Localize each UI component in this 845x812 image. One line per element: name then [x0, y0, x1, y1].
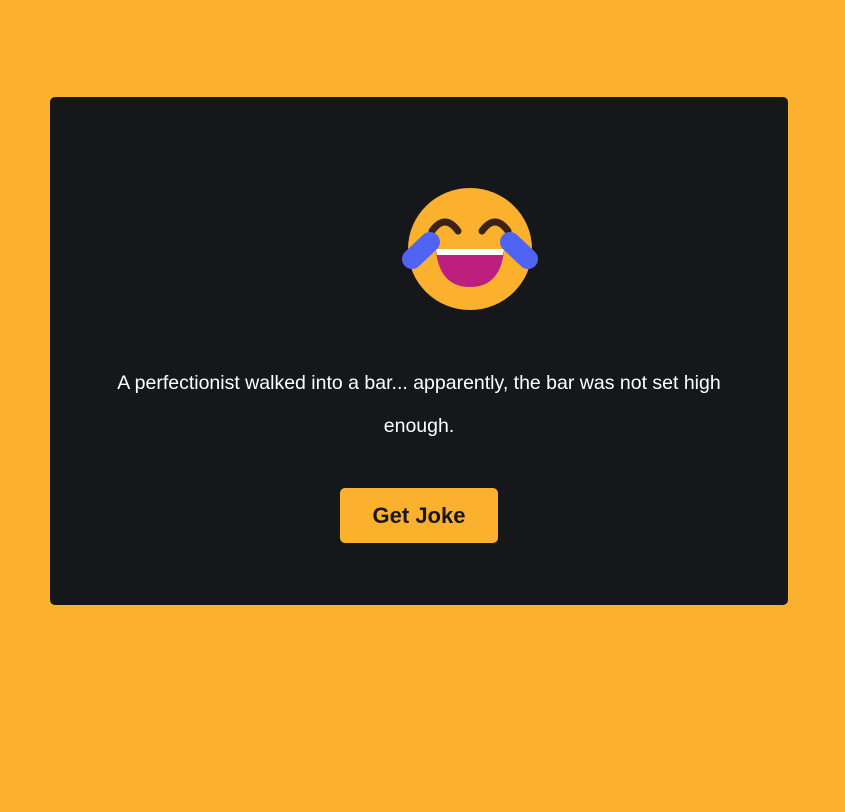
joke-text: A perfectionist walked into a bar... app…: [117, 372, 721, 437]
joke-card: A perfectionist walked into a bar... app…: [50, 97, 788, 605]
get-joke-button[interactable]: Get Joke: [340, 488, 498, 543]
face-with-tears-of-joy-icon: [400, 183, 540, 313]
